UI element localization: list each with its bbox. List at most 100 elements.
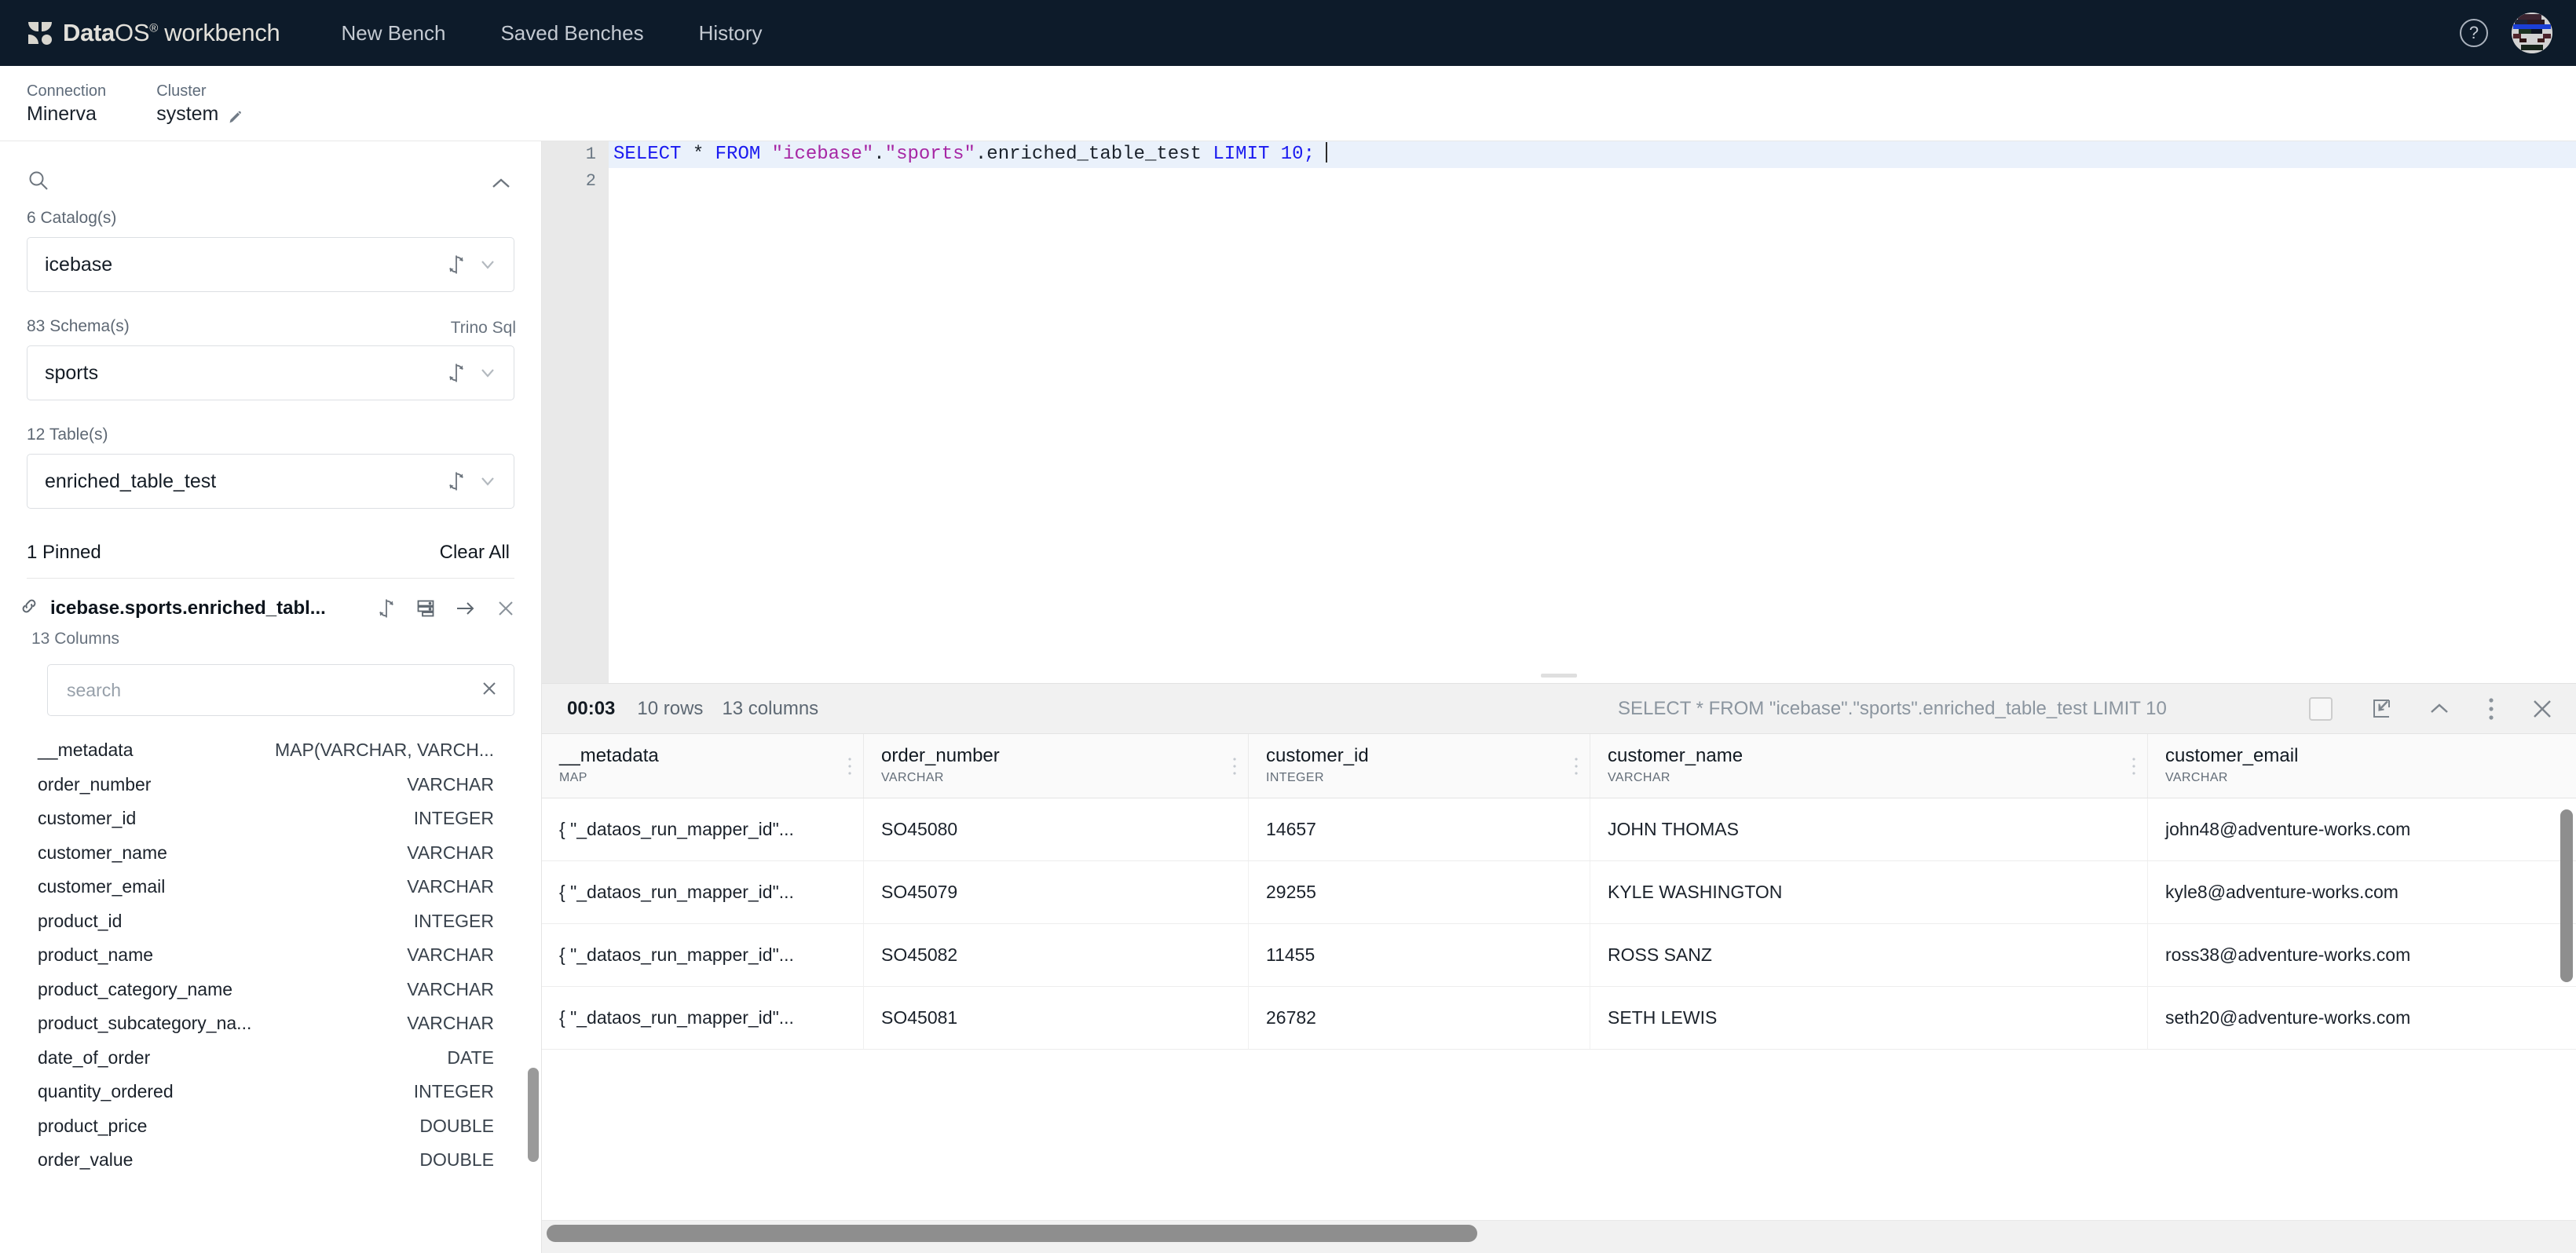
results-row[interactable]: { "_dataos_run_mapper_id"... SO45079 29255… <box>542 861 2576 924</box>
column-list-item[interactable]: customer_email VARCHAR <box>0 870 541 904</box>
results-cell[interactable]: SO45080 <box>864 798 1249 860</box>
column-list-item[interactable]: product_subcategory_na... VARCHAR <box>0 1006 541 1041</box>
results-cell[interactable]: JOHN THOMAS <box>1590 798 2148 860</box>
editor-code-area[interactable]: SELECT * FROM "icebase"."sports".enriche… <box>609 141 2576 683</box>
results-cell[interactable]: SETH LEWIS <box>1590 987 2148 1049</box>
close-icon[interactable] <box>2530 697 2554 721</box>
results-horizontal-scrollbar-thumb[interactable] <box>547 1225 1477 1242</box>
results-cell[interactable]: SO45081 <box>864 987 1249 1049</box>
results-cell[interactable]: { "_dataos_run_mapper_id"... <box>542 987 864 1049</box>
editor-line-2[interactable] <box>609 168 2576 195</box>
avatar[interactable] <box>2512 13 2552 53</box>
pinned-table-open-arrow-icon[interactable] <box>455 598 477 619</box>
column-menu-dots-icon[interactable] <box>1574 756 1579 781</box>
more-vertical-icon[interactable] <box>2486 696 2496 721</box>
results-cell[interactable]: SO45079 <box>864 861 1249 923</box>
editor-resize-handle[interactable] <box>1541 674 1577 678</box>
results-cell[interactable]: { "_dataos_run_mapper_id"... <box>542 798 864 860</box>
column-menu-dots-icon[interactable] <box>847 756 852 781</box>
results-cell[interactable]: KYLE WASHINGTON <box>1590 861 2148 923</box>
results-row[interactable]: { "_dataos_run_mapper_id"... SO45081 26782… <box>542 987 2576 1050</box>
editor-line-1[interactable]: SELECT * FROM "icebase"."sports".enriche… <box>609 141 2576 168</box>
column-search-input[interactable]: search <box>47 664 514 716</box>
column-menu-dots-icon[interactable] <box>1232 756 1237 781</box>
column-list-item[interactable]: quantity_ordered INTEGER <box>0 1075 541 1109</box>
results-cell[interactable]: SO45082 <box>864 924 1249 986</box>
nav-new-bench[interactable]: New Bench <box>342 21 446 46</box>
square-icon[interactable] <box>2309 696 2333 721</box>
sidebar-scrollbar-thumb[interactable] <box>528 1068 539 1162</box>
results-cell[interactable]: 14657 <box>1249 798 1590 860</box>
results-cell[interactable]: 26782 <box>1249 987 1590 1049</box>
results-cell[interactable]: john48@adventure-works.com <box>2148 798 2576 860</box>
cluster-value[interactable]: system <box>156 101 218 126</box>
results-cell[interactable]: { "_dataos_run_mapper_id"... <box>542 861 864 923</box>
sidebar-search-row[interactable] <box>0 141 541 209</box>
results-column-count: 13 columns <box>722 697 819 719</box>
clear-all-button[interactable]: Clear All <box>440 542 510 564</box>
results-column-header[interactable]: customer_id INTEGER <box>1249 734 1590 798</box>
column-list-item[interactable]: product_id INTEGER <box>0 904 541 939</box>
column-list-item[interactable]: customer_name VARCHAR <box>0 836 541 871</box>
column-list-item[interactable]: date_of_order DATE <box>0 1041 541 1076</box>
schema-chevron-down-icon[interactable] <box>476 363 499 383</box>
results-row[interactable]: { "_dataos_run_mapper_id"... SO45082 11455… <box>542 924 2576 987</box>
results-row[interactable]: { "_dataos_run_mapper_id"... SO45080 14657… <box>542 798 2576 861</box>
column-type: MAP(VARCHAR, VARCH... <box>274 740 494 761</box>
column-list-item[interactable]: __metadata MAP(VARCHAR, VARCH... <box>0 733 541 768</box>
results-grid-wrap: __metadata MAP order_number VARCHAR customer… <box>542 734 2576 1253</box>
schema-refresh-icon[interactable] <box>446 363 467 383</box>
nav-history[interactable]: History <box>699 21 763 46</box>
catalog-select[interactable]: icebase <box>27 237 514 292</box>
results-vertical-scrollbar-thumb[interactable] <box>2560 809 2573 982</box>
sql-editor[interactable]: 1 2 SELECT * FROM "icebase"."sports".enr… <box>542 141 2576 683</box>
column-list-item[interactable]: order_value DOUBLE <box>0 1143 541 1178</box>
catalog-chevron-down-icon[interactable] <box>476 254 499 275</box>
pinned-table-close-icon[interactable] <box>496 598 516 619</box>
results-column-header[interactable]: order_number VARCHAR <box>864 734 1249 798</box>
table-select[interactable]: enriched_table_test <box>27 454 514 509</box>
results-cell[interactable]: kyle8@adventure-works.com <box>2148 861 2576 923</box>
cluster-label: Cluster <box>156 82 207 100</box>
pinned-refresh-icon[interactable] <box>376 598 397 619</box>
sidebar-collapse-chevron-up-icon[interactable] <box>489 176 513 195</box>
connection-value[interactable]: Minerva <box>27 101 106 126</box>
pinned-count-label: 1 Pinned <box>27 542 101 563</box>
results-column-header[interactable]: __metadata MAP <box>542 734 864 798</box>
catalog-refresh-icon[interactable] <box>446 254 467 275</box>
column-list-item[interactable]: customer_id INTEGER <box>0 802 541 836</box>
chevron-up-icon[interactable] <box>2427 700 2452 718</box>
nav-saved-benches[interactable]: Saved Benches <box>500 21 643 46</box>
column-list-item[interactable]: order_number VARCHAR <box>0 768 541 802</box>
results-cell[interactable]: seth20@adventure-works.com <box>2148 987 2576 1049</box>
results-cell[interactable]: ross38@adventure-works.com <box>2148 924 2576 986</box>
column-search-clear-icon[interactable] <box>479 678 499 703</box>
pinned-table-item[interactable]: icebase.sports.enriched_tabl... <box>0 579 541 625</box>
results-horizontal-scrollbar-track[interactable] <box>542 1220 2576 1253</box>
schema-select[interactable]: sports <box>27 345 514 400</box>
sidebar-search-icon[interactable] <box>27 169 50 196</box>
pinned-table-details-icon[interactable] <box>415 598 436 619</box>
help-icon[interactable]: ? <box>2460 19 2488 47</box>
table-refresh-icon[interactable] <box>446 471 467 491</box>
open-in-new-icon[interactable] <box>2367 696 2392 721</box>
column-list-item[interactable]: product_category_name VARCHAR <box>0 973 541 1007</box>
column-list-item[interactable]: product_name VARCHAR <box>0 938 541 973</box>
column-name: product_category_name <box>38 978 233 999</box>
sql-token: SELECT <box>613 144 682 165</box>
results-cell[interactable]: ROSS SANZ <box>1590 924 2148 986</box>
results-cell[interactable]: { "_dataos_run_mapper_id"... <box>542 924 864 986</box>
results-column-header[interactable]: customer_name VARCHAR <box>1590 734 2148 798</box>
column-list-item[interactable]: product_price DOUBLE <box>0 1109 541 1144</box>
column-menu-dots-icon[interactable] <box>2131 756 2136 781</box>
catalog-selectors: 6 Catalog(s) icebase 83 Schema(s) sports… <box>0 209 541 534</box>
results-cell[interactable]: 29255 <box>1249 861 1590 923</box>
results-column-header[interactable]: customer_email VARCHAR <box>2148 734 2576 798</box>
results-column-header-name: customer_name <box>1608 745 1744 766</box>
results-cell[interactable]: 11455 <box>1249 924 1590 986</box>
table-chevron-down-icon[interactable] <box>476 471 499 491</box>
sql-token: FROM <box>715 144 761 165</box>
edit-pencil-icon[interactable] <box>228 106 243 122</box>
brand[interactable]: DataOS® workbench <box>28 19 280 47</box>
